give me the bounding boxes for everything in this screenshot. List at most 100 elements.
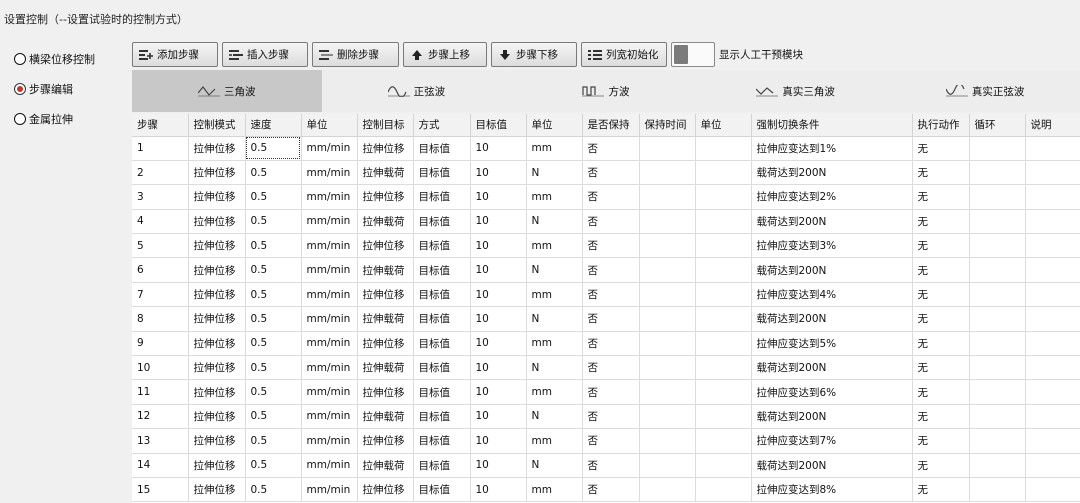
table-cell[interactable]: 无 bbox=[912, 477, 970, 503]
table-cell[interactable]: 目标值 bbox=[413, 379, 471, 405]
column-header[interactable]: 目标值 bbox=[470, 114, 527, 137]
insert-step-button[interactable]: 插入步骤 bbox=[222, 42, 308, 67]
table-cell[interactable]: mm/min bbox=[301, 428, 358, 454]
table-cell[interactable]: 拉伸载荷 bbox=[357, 404, 414, 430]
table-cell[interactable]: 目标值 bbox=[413, 209, 471, 235]
table-cell[interactable]: 目标值 bbox=[413, 331, 471, 357]
table-cell[interactable] bbox=[969, 184, 1026, 210]
table-cell[interactable]: 拉伸载荷 bbox=[357, 306, 414, 332]
table-cell[interactable]: 0.5 bbox=[245, 477, 302, 503]
table-cell[interactable]: 否 bbox=[582, 379, 640, 405]
table-cell[interactable]: 拉伸应变达到4% bbox=[751, 282, 913, 308]
table-cell[interactable]: 拉伸载荷 bbox=[357, 355, 414, 381]
table-cell[interactable] bbox=[639, 257, 696, 283]
table-cell[interactable]: 否 bbox=[582, 331, 640, 357]
table-cell[interactable] bbox=[969, 355, 1026, 381]
table-cell[interactable]: 拉伸位移 bbox=[357, 331, 414, 357]
table-cell[interactable] bbox=[639, 477, 696, 503]
table-row[interactable]: 10 拉伸位移 0.5 mm/min 拉伸载荷 目标值 10 N 否载荷达到200N 无 bbox=[132, 355, 1080, 381]
table-cell[interactable]: mm/min bbox=[301, 282, 358, 308]
table-cell[interactable] bbox=[639, 209, 696, 235]
table-cell[interactable]: mm/min bbox=[301, 184, 358, 210]
table-cell[interactable] bbox=[969, 331, 1026, 357]
table-cell[interactable] bbox=[695, 282, 752, 308]
column-header[interactable]: 循环 bbox=[969, 114, 1026, 137]
column-header[interactable]: 步骤 bbox=[132, 114, 189, 137]
table-cell[interactable] bbox=[1025, 160, 1080, 186]
table-cell[interactable]: 10 bbox=[470, 355, 527, 381]
delete-step-button[interactable]: 删除步骤 bbox=[312, 42, 399, 67]
table-cell[interactable]: 拉伸位移 bbox=[188, 477, 246, 503]
table-cell[interactable]: 拉伸位移 bbox=[188, 233, 246, 259]
table-cell[interactable] bbox=[1025, 233, 1080, 259]
table-cell[interactable]: 10 bbox=[470, 233, 527, 259]
table-cell[interactable]: 否 bbox=[582, 160, 640, 186]
table-cell[interactable]: 拉伸应变达到3% bbox=[751, 233, 913, 259]
table-cell[interactable]: mm/min bbox=[301, 477, 358, 503]
table-cell[interactable]: 载荷达到200N bbox=[751, 355, 913, 381]
column-header[interactable]: 单位 bbox=[695, 114, 752, 137]
table-cell[interactable]: 10 bbox=[470, 160, 527, 186]
table-cell[interactable] bbox=[639, 404, 696, 430]
table-cell[interactable] bbox=[1025, 209, 1080, 235]
table-cell[interactable]: 无 bbox=[912, 136, 970, 161]
table-cell[interactable] bbox=[695, 257, 752, 283]
table-cell[interactable] bbox=[639, 136, 696, 161]
table-cell[interactable]: 10 bbox=[470, 306, 527, 332]
table-cell[interactable]: 拉伸位移 bbox=[188, 428, 246, 454]
column-header[interactable]: 控制模式 bbox=[188, 114, 246, 137]
table-cell[interactable]: 6 bbox=[132, 257, 189, 283]
table-cell[interactable]: 9 bbox=[132, 331, 189, 357]
table-cell[interactable]: 拉伸位移 bbox=[188, 404, 246, 430]
table-cell[interactable]: mm/min bbox=[301, 453, 358, 478]
table-cell[interactable] bbox=[969, 453, 1026, 478]
table-cell[interactable]: mm/min bbox=[301, 379, 358, 405]
table-cell[interactable]: 7 bbox=[132, 282, 189, 308]
mode-beam-displacement[interactable]: 横梁位移控制 bbox=[14, 52, 95, 66]
table-cell[interactable] bbox=[639, 355, 696, 381]
table-cell[interactable]: mm/min bbox=[301, 331, 358, 357]
table-cell[interactable] bbox=[969, 306, 1026, 332]
table-cell[interactable]: mm/min bbox=[301, 160, 358, 186]
table-cell[interactable]: 0.5 bbox=[245, 404, 302, 430]
table-cell[interactable]: 无 bbox=[912, 404, 970, 430]
table-cell[interactable]: 拉伸位移 bbox=[188, 331, 246, 357]
table-cell[interactable]: 0.5 bbox=[245, 233, 302, 259]
table-cell[interactable]: 无 bbox=[912, 453, 970, 478]
table-cell[interactable] bbox=[639, 282, 696, 308]
table-cell[interactable] bbox=[969, 233, 1026, 259]
table-row[interactable]: 8 拉伸位移 0.5 mm/min 拉伸载荷 目标值 10 N 否 载荷达到200N 无 bbox=[132, 306, 1080, 332]
table-cell[interactable]: mm bbox=[526, 233, 583, 259]
table-cell[interactable]: 拉伸位移 bbox=[188, 355, 246, 381]
table-cell[interactable]: 否 bbox=[582, 233, 640, 259]
table-cell[interactable]: 拉伸位移 bbox=[188, 136, 246, 161]
table-cell[interactable]: 10 bbox=[132, 355, 189, 381]
table-cell[interactable]: 否 bbox=[582, 453, 640, 478]
table-cell[interactable]: 否 bbox=[582, 209, 640, 235]
table-cell[interactable]: 否 bbox=[582, 477, 640, 503]
table-cell[interactable] bbox=[969, 428, 1026, 454]
table-cell[interactable] bbox=[1025, 428, 1080, 454]
table-cell[interactable]: 目标值 bbox=[413, 477, 471, 503]
table-cell[interactable]: 无 bbox=[912, 282, 970, 308]
table-cell[interactable]: 拉伸载荷 bbox=[357, 209, 414, 235]
table-cell[interactable]: mm/min bbox=[301, 257, 358, 283]
table-cell[interactable] bbox=[639, 428, 696, 454]
mode-metal-tensile[interactable]: 金属拉伸 bbox=[14, 112, 95, 126]
table-cell[interactable]: 拉伸位移 bbox=[188, 209, 246, 235]
table-cell[interactable] bbox=[969, 379, 1026, 405]
column-header[interactable]: 控制目标 bbox=[357, 114, 414, 137]
table-row[interactable]: 4 拉伸位移 0.5 mm/min 拉伸载荷 目标值 10 N 否 载荷达到200N 无 bbox=[132, 209, 1080, 235]
table-cell[interactable]: 10 bbox=[470, 209, 527, 235]
column-header[interactable]: 方式 bbox=[413, 114, 471, 137]
table-cell[interactable]: 0.5 bbox=[245, 428, 302, 454]
table-cell[interactable]: 0.5 bbox=[245, 282, 302, 308]
table-cell[interactable]: 载荷达到200N bbox=[751, 257, 913, 283]
table-cell[interactable]: 目标值 bbox=[413, 428, 471, 454]
table-cell[interactable]: 拉伸载荷 bbox=[357, 160, 414, 186]
table-cell[interactable]: 否 bbox=[582, 306, 640, 332]
table-cell[interactable]: 载荷达到200N bbox=[751, 160, 913, 186]
table-cell[interactable]: 10 bbox=[470, 379, 527, 405]
tab-sine-wave[interactable]: 正弦波 bbox=[322, 70, 512, 112]
table-cell[interactable] bbox=[969, 136, 1026, 161]
